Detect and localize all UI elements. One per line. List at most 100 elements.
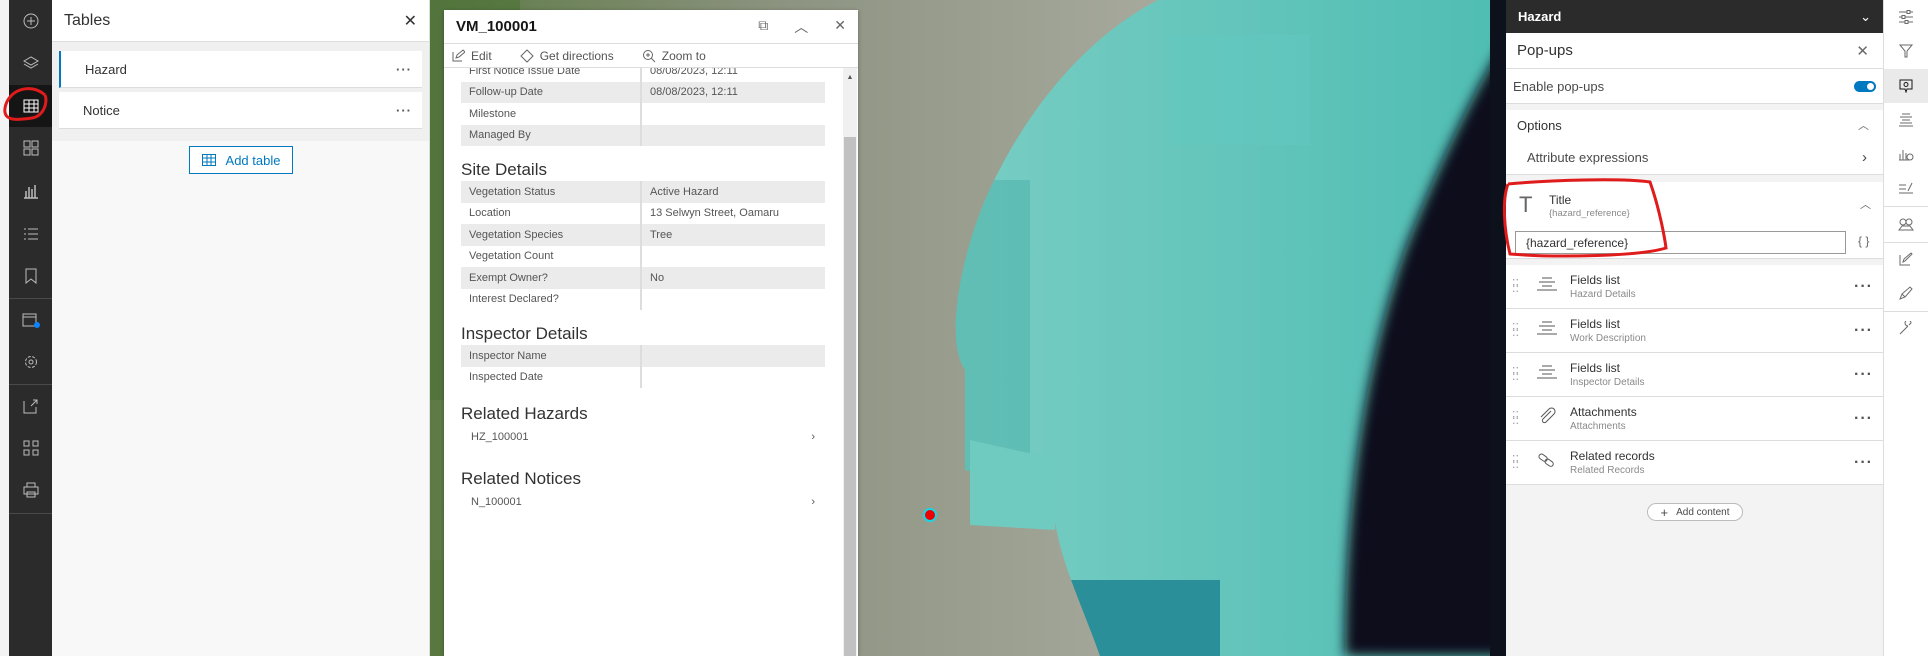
share-icon[interactable] [9, 385, 52, 427]
selected-feature-marker[interactable] [923, 508, 937, 522]
chevron-down-icon: ⌄ [1860, 8, 1871, 24]
options-section-header[interactable]: Options ︿ [1506, 110, 1883, 140]
chevron-right-icon: › [811, 431, 815, 443]
field-value [642, 367, 825, 389]
tables-icon[interactable] [9, 85, 52, 127]
add-table-button[interactable]: Add table [189, 146, 293, 174]
field-label: Follow-up Date [461, 81, 642, 103]
zoom-to-button[interactable]: Zoom to [642, 49, 706, 63]
edit-button[interactable]: Edit [452, 49, 492, 63]
popups-icon[interactable] [1884, 69, 1928, 103]
close-icon[interactable]: ✕ [834, 17, 846, 37]
more-icon[interactable]: ··· [396, 62, 412, 77]
text-icon: T [1519, 192, 1533, 217]
field-row: Milestone [461, 103, 825, 125]
field-value [642, 246, 825, 268]
more-icon[interactable]: ··· [1854, 278, 1873, 296]
item-title: Attachments [1570, 405, 1637, 419]
right-toolbar [1884, 0, 1928, 656]
field-value [642, 289, 825, 311]
divider [9, 513, 52, 514]
get-directions-button[interactable]: Get directions [519, 48, 614, 63]
layers-icon[interactable] [9, 42, 52, 84]
print-icon[interactable] [9, 469, 52, 511]
close-icon[interactable]: ✕ [1856, 42, 1869, 60]
attribute-expressions-item[interactable]: Attribute expressions › [1506, 140, 1883, 174]
legend-icon[interactable] [9, 213, 52, 255]
charts-icon[interactable] [9, 170, 52, 212]
field-value: 08/08/2023, 12:11 [650, 86, 738, 99]
properties-icon[interactable] [1884, 0, 1928, 34]
bookmarks-icon[interactable] [9, 255, 52, 297]
tools-icon[interactable] [1884, 311, 1928, 345]
close-icon[interactable]: ✕ [404, 11, 417, 31]
more-icon[interactable]: ··· [1854, 322, 1873, 340]
fields-list-icon [1536, 364, 1558, 385]
field-row: Inspected Date [461, 366, 825, 389]
popup-content-item[interactable]: ⁚⁚ ⁚⁚ Attachments Attachments ··· [1506, 397, 1883, 441]
panel-title: Pop-ups [1517, 42, 1573, 59]
field-row: First Notice Issue Date 08/08/2023, 12:11 [461, 68, 825, 82]
clustering-icon[interactable] [1884, 207, 1928, 241]
popup-content-item[interactable]: ⁚⁚ ⁚⁚ Related records Related Records ··· [1506, 441, 1883, 485]
popup-scrollbar[interactable]: ▲ [843, 68, 857, 656]
more-icon[interactable]: ··· [1854, 410, 1873, 428]
table-icon [201, 154, 216, 166]
scroll-up-icon[interactable]: ▲ [843, 74, 857, 81]
collapse-icon[interactable]: ︿ [794, 17, 808, 37]
title-subtitle: {hazard_reference} [1549, 208, 1630, 219]
field-value: No [650, 271, 665, 284]
section-heading: Related Hazards [461, 404, 588, 423]
field-value: 08/08/2023, 12:11 [650, 68, 738, 77]
fields-list-icon [1536, 320, 1558, 341]
basemap-icon[interactable] [9, 127, 52, 169]
table-item-notice[interactable]: Notice ··· [59, 92, 422, 129]
add-content-label: Add content [1676, 506, 1730, 518]
charts-icon[interactable] [1884, 137, 1928, 171]
edit-icon[interactable] [1884, 242, 1928, 276]
drag-handle-icon[interactable]: ⁚⁚ ⁚⁚ [1512, 278, 1522, 294]
field-label: Exempt Owner? [461, 267, 642, 289]
layer-selector[interactable]: Hazard ⌄ [1506, 0, 1883, 33]
fields-list-icon [1536, 276, 1558, 297]
field-label: Interest Declared? [461, 288, 642, 310]
field-row: Exempt Owner? No [461, 267, 825, 289]
tables-list: Hazard ··· Notice ··· [52, 42, 429, 141]
add-content-button[interactable]: + Add content [1647, 503, 1743, 521]
field-label: Location [461, 202, 642, 224]
window-edge [0, 0, 9, 656]
title-input[interactable] [1515, 231, 1846, 254]
expression-button[interactable]: { } [1858, 234, 1869, 248]
item-subtitle: Hazard Details [1570, 289, 1636, 300]
item-title: Fields list [1570, 361, 1621, 375]
popup-content-item[interactable]: ⁚⁚ ⁚⁚ Fields list Work Description ··· [1506, 309, 1883, 353]
dock-icon[interactable]: ⧉ [758, 17, 768, 37]
related-hazard-link[interactable]: HZ_100001 › [461, 425, 825, 449]
fields-icon[interactable] [1884, 103, 1928, 137]
popup-content-item[interactable]: ⁚⁚ ⁚⁚ Fields list Hazard Details ··· [1506, 265, 1883, 309]
save-icon[interactable] [9, 299, 52, 341]
drag-handle-icon[interactable]: ⁚⁚ ⁚⁚ [1512, 322, 1522, 338]
related-notice-link[interactable]: N_100001 › [461, 490, 825, 514]
more-icon[interactable]: ··· [1854, 454, 1873, 472]
filter-icon[interactable] [1884, 34, 1928, 68]
more-icon[interactable]: ··· [396, 103, 412, 118]
apps-icon[interactable] [9, 427, 52, 469]
chevron-up-icon[interactable]: ︿ [1860, 196, 1871, 212]
add-icon[interactable] [9, 0, 52, 42]
left-toolbar [9, 0, 52, 656]
item-subtitle: Work Description [1570, 333, 1646, 344]
scrollbar-thumb[interactable] [844, 137, 856, 656]
settings-icon[interactable] [9, 341, 52, 383]
popup-content-item[interactable]: ⁚⁚ ⁚⁚ Fields list Inspector Details ··· [1506, 353, 1883, 397]
field-row: Location 13 Selwyn Street, Oamaru [461, 202, 825, 224]
forms-icon[interactable] [1884, 172, 1928, 206]
drag-handle-icon[interactable]: ⁚⁚ ⁚⁚ [1512, 366, 1522, 382]
more-icon[interactable]: ··· [1854, 366, 1873, 384]
table-item-hazard[interactable]: Hazard ··· [59, 51, 422, 88]
drag-handle-icon[interactable]: ⁚⁚ ⁚⁚ [1512, 454, 1522, 470]
enable-popups-toggle[interactable] [1854, 80, 1876, 92]
sketch-icon[interactable] [1884, 276, 1928, 310]
directions-label: Get directions [539, 48, 614, 63]
drag-handle-icon[interactable]: ⁚⁚ ⁚⁚ [1512, 410, 1522, 426]
